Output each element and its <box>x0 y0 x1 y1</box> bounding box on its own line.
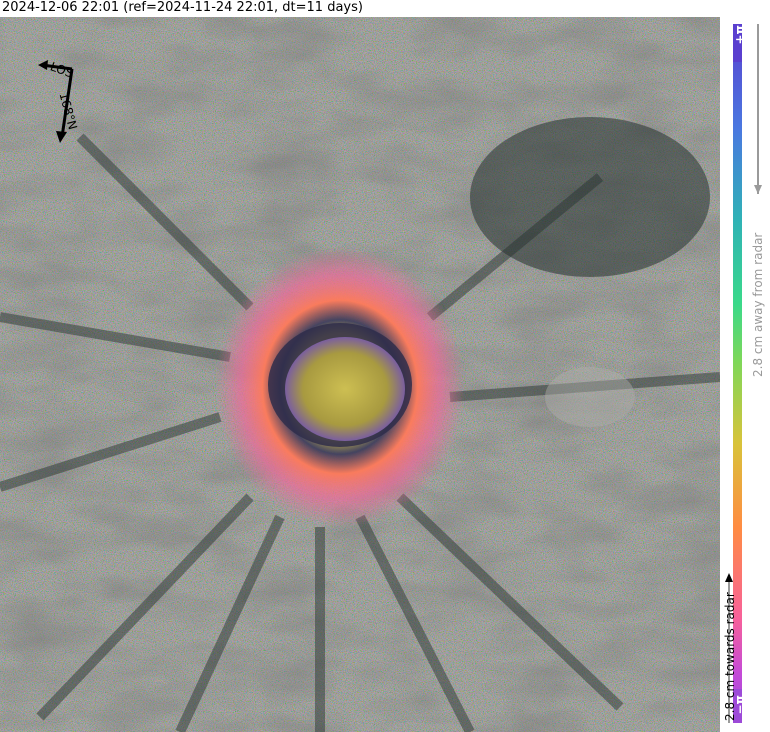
interferogram-svg <box>0 17 720 732</box>
away-from-radar-label: 2.8 cm away from radar <box>751 232 765 377</box>
phase-colorbar-panel: +π −π 2.8 cm away from radar 2.8 cm towa… <box>720 17 770 732</box>
image-title: 2024-12-06 22:01 (ref=2024-11-24 22:01, … <box>2 0 363 15</box>
away-arrow-line <box>757 24 759 194</box>
title-bar: 2024-12-06 22:01 (ref=2024-11-24 22:01, … <box>0 0 770 17</box>
towards-arrow-icon <box>725 573 733 582</box>
colorbar-top-label: +π <box>733 25 747 45</box>
towards-radar-label: 2.8 cm towards radar <box>723 592 737 721</box>
away-arrow-icon <box>754 185 762 194</box>
interferogram-image: LOS 168°N <box>0 17 720 732</box>
